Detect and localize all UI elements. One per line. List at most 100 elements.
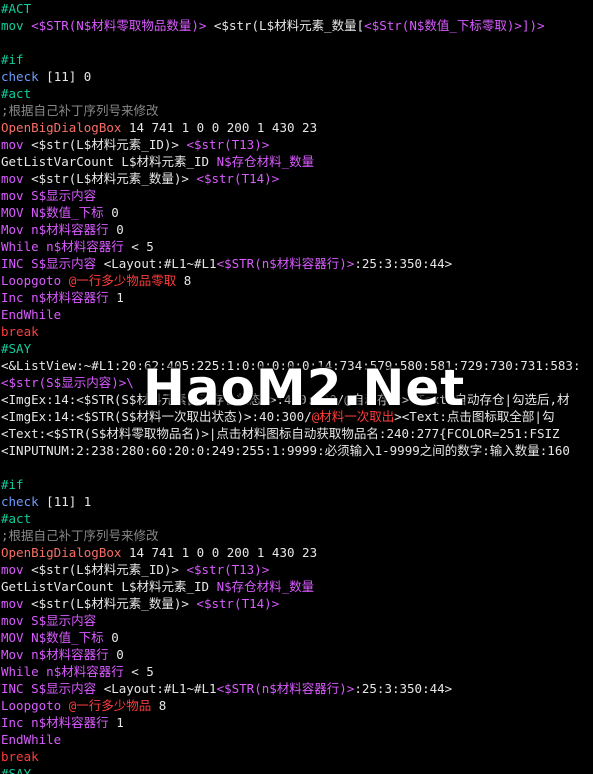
code-token: Mov — [1, 222, 24, 237]
code-line: Mov n$材料容器行 0 — [1, 221, 593, 238]
code-token: INC — [1, 256, 24, 271]
code-line: GetListVarCount L$材料元素_ID N$存仓材料_数量 — [1, 578, 593, 595]
code-line: MOV N$数值_下标 0 — [1, 629, 593, 646]
code-token: EndWhile — [1, 307, 62, 322]
code-token: <$str(T14)> — [196, 596, 280, 611]
code-line: break — [1, 748, 593, 765]
code-token: mov — [1, 137, 24, 152]
code-token: <$STR(n$材料容器行)> — [216, 681, 355, 696]
code-token: GetListVarCount — [1, 579, 114, 594]
code-token: mov — [1, 596, 24, 611]
code-token: Mov — [1, 647, 24, 662]
code-line: mov <$str(L$材料元素_数量)> <$str(T14)> — [1, 170, 593, 187]
code-token: mov — [1, 18, 32, 33]
code-token: ])> — [521, 18, 545, 33]
code-token: <$str(T13)> — [186, 562, 270, 577]
code-token: While — [1, 664, 39, 679]
code-token: 0 — [116, 647, 124, 662]
code-line: <INPUTNUM:2:238:280:60:20:0:249:255:1:99… — [1, 442, 593, 459]
code-line: While n$材料容器行 < 5 — [1, 238, 593, 255]
code-line: Mov n$材料容器行 0 — [1, 646, 593, 663]
code-token: OpenBigDialogBox — [1, 545, 122, 560]
code-token: Loopgoto — [1, 698, 62, 713]
code-line: INC S$显示内容 <Layout:#L1~#L1<$STR(n$材料容器行)… — [1, 255, 593, 272]
code-token: MOV — [1, 630, 24, 645]
code-token: #act — [1, 86, 32, 101]
code-line: #if — [1, 476, 593, 493]
code-token: < 5 — [131, 239, 154, 254]
code-token: N$数值_下标 — [23, 630, 112, 645]
code-line: #ACT — [1, 0, 593, 17]
code-token: <$str(L$材料元素_ID)> — [23, 137, 187, 152]
code-token: <$Str(N$数值_下标零取)> — [364, 18, 522, 33]
code-token: < 5 — [131, 664, 154, 679]
code-token: <$STR(n$材料容器行)> — [216, 256, 355, 271]
code-token: GetListVarCount — [1, 154, 114, 169]
code-token: [11] 0 — [38, 69, 92, 84]
code-token: #SAY — [1, 766, 32, 774]
code-line: Loopgoto @一行多少物品零取 8 — [1, 272, 593, 289]
code-token: n$材料容器行 — [23, 715, 117, 730]
code-token: L$材料元素_ID — [113, 154, 217, 169]
code-line: #act — [1, 85, 593, 102]
code-line: While n$材料容器行 < 5 — [1, 663, 593, 680]
code-token: <Layout:#L1~#L1 — [103, 681, 217, 696]
code-token: ;根据自己补丁序列号来修改 — [1, 528, 159, 543]
code-token: :25:3:350:44> — [354, 256, 453, 271]
code-line: mov S$显示内容 — [1, 187, 593, 204]
code-token: OpenBigDialogBox — [1, 120, 122, 135]
code-token: EndWhile — [1, 732, 62, 747]
code-line: mov <$str(L$材料元素_数量)> <$str(T14)> — [1, 595, 593, 612]
code-token: [11] 1 — [38, 494, 92, 509]
code-token: mov — [1, 171, 24, 186]
code-line: GetListVarCount L$材料元素_ID N$存仓材料_数量 — [1, 153, 593, 170]
code-token: @一行多少物品零取 — [61, 273, 184, 288]
code-token: <Text:<$STR(S$材料零取物品名)>|点击材料图标自动获取物品名:24… — [1, 426, 560, 441]
code-token: N$存仓材料_数量 — [216, 579, 315, 594]
watermark-text: HaoM2.Net — [143, 359, 466, 417]
code-line: mov <$str(L$材料元素_ID)> <$str(T13)> — [1, 561, 593, 578]
code-line: Loopgoto @一行多少物品 8 — [1, 697, 593, 714]
code-line: mov S$显示内容 — [1, 612, 593, 629]
code-token: <$STR(N$材料零取物品数量)> — [31, 18, 207, 33]
code-line: break — [1, 323, 593, 340]
code-token: S$显示内容 — [23, 613, 97, 628]
code-line: <Text:<$STR(S$材料零取物品名)>|点击材料图标自动获取物品名:24… — [1, 425, 593, 442]
code-token: Loopgoto — [1, 273, 62, 288]
code-token: <$str(L$材料元素_ID)> — [23, 562, 187, 577]
code-line: #SAY — [1, 765, 593, 774]
code-token: INC — [1, 681, 24, 696]
code-token: 8 — [158, 698, 167, 713]
code-line: INC S$显示内容 <Layout:#L1~#L1<$STR(n$材料容器行)… — [1, 680, 593, 697]
code-token: n$材料容器行 — [23, 290, 117, 305]
code-token: check — [1, 69, 39, 84]
code-line: ;根据自己补丁序列号来修改 — [1, 102, 593, 119]
code-token: <$str(S$显示内容)>\ — [1, 375, 134, 390]
code-line: #act — [1, 510, 593, 527]
code-token: check — [1, 494, 39, 509]
code-token: ;根据自己补丁序列号来修改 — [1, 103, 159, 118]
code-line: mov <$STR(N$材料零取物品数量)> <$str(L$材料元素_数量[<… — [1, 17, 593, 34]
code-token: Inc — [1, 715, 24, 730]
code-token: n$材料容器行 — [23, 647, 117, 662]
code-token: N$存仓材料_数量 — [216, 154, 315, 169]
code-token: mov — [1, 188, 24, 203]
code-token: Inc — [1, 290, 24, 305]
code-line: Inc n$材料容器行 1 — [1, 289, 593, 306]
code-token: S$显示内容 — [23, 681, 104, 696]
code-token: n$材料容器行 — [23, 222, 117, 237]
code-token: :25:3:350:44> — [354, 681, 453, 696]
code-token: mov — [1, 562, 24, 577]
code-line: ;根据自己补丁序列号来修改 — [1, 527, 593, 544]
code-token: While — [1, 239, 39, 254]
code-token: 1 — [116, 715, 124, 730]
code-token: #ACT — [1, 1, 32, 16]
code-line: #SAY — [1, 340, 593, 357]
code-token: break — [1, 749, 39, 764]
code-token: L$材料元素_ID — [113, 579, 217, 594]
code-line: EndWhile — [1, 306, 593, 323]
code-token: 1 — [116, 290, 124, 305]
code-token: @一行多少物品 — [61, 698, 159, 713]
